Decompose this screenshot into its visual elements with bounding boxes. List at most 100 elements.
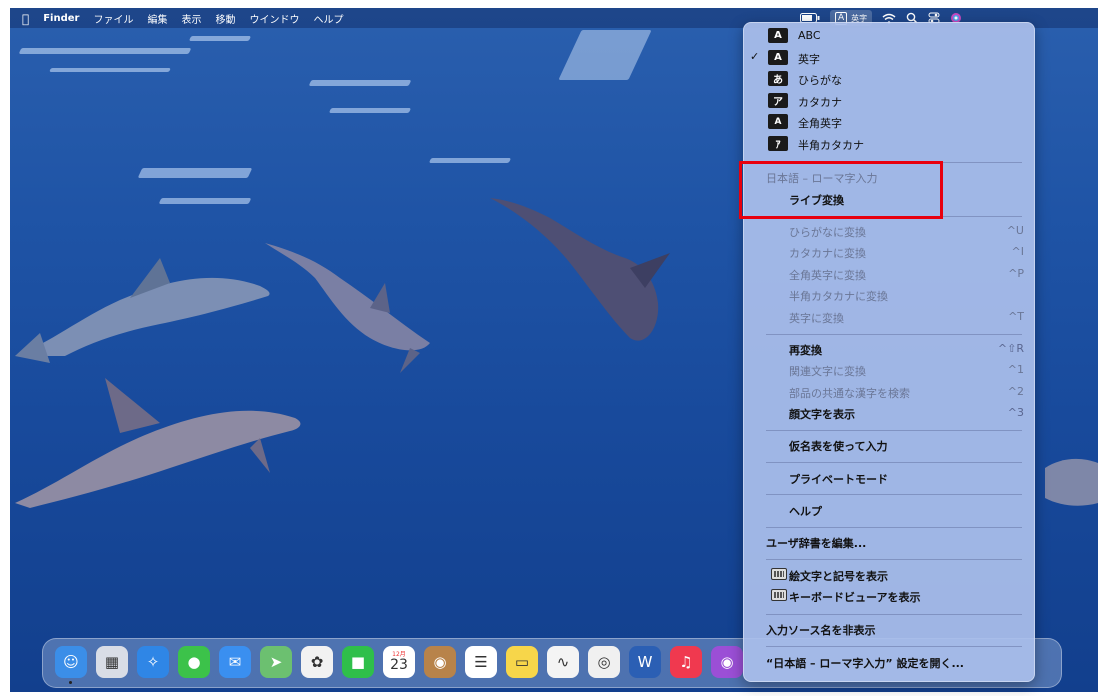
menu-separator — [766, 646, 1022, 647]
launchpad-icon[interactable]: ▦ — [96, 646, 128, 678]
checkmark-icon: ✓ — [750, 50, 760, 63]
menu-item-label: ひらがな — [798, 74, 842, 87]
menu-item-kaomoji[interactable]: 顔文字を表示 ^3 — [744, 402, 1036, 423]
freeform-icon[interactable]: ∿ — [547, 646, 579, 678]
menu-item-zenkaku-eiji[interactable]: A 全角英字 — [744, 111, 1036, 132]
menu-item-to-katakana[interactable]: カタカナに変換 ^I — [744, 241, 1036, 262]
finder-icon[interactable]: ☺ — [55, 646, 87, 678]
menu-item-katakana[interactable]: ア カタカナ — [744, 90, 1036, 111]
shortcut-label: ^2 — [1007, 385, 1024, 398]
word-icon[interactable]: W — [629, 646, 661, 678]
emoji-viewer-icon — [771, 568, 787, 580]
menu-item-kanji-search[interactable]: 部品の共通な漢字を検索 ^2 — [744, 381, 1036, 402]
keyboard-icon — [771, 589, 787, 601]
shortcut-label: ^3 — [1007, 406, 1024, 419]
music-icon[interactable]: ♫ — [670, 646, 702, 678]
water-reflection — [428, 158, 512, 163]
input-source-menu: A ABC ✓ A 英字 あ ひらがな ア カタカナ A 全角英字 ｱ 半角カタ… — [743, 22, 1035, 682]
water-reflection — [188, 36, 252, 41]
apple-menu-icon[interactable]:  — [22, 12, 29, 26]
menu-item-private-mode[interactable]: プライベートモード — [744, 467, 1036, 488]
dolphin-image — [265, 243, 430, 373]
menu-item-abc[interactable]: A ABC — [744, 25, 1036, 46]
menu-item-hide-source-name[interactable]: 入力ソース名を非表示 — [744, 618, 1036, 639]
menu-item-keyboard-viewer[interactable]: キーボードビューアを表示 — [744, 585, 1036, 606]
menu-item-to-eiji[interactable]: 英字に変換 ^T — [744, 306, 1036, 327]
shortcut-label: ^U — [1006, 224, 1024, 237]
menu-item-label: 英字に変換 — [789, 312, 844, 325]
menu-item-label: 入力ソース名を非表示 — [766, 624, 876, 637]
reminders-icon[interactable]: ☰ — [465, 646, 497, 678]
menu-item-label: プライベートモード — [789, 473, 888, 486]
menu-item-label: ヘルプ — [789, 505, 822, 518]
messages-icon[interactable]: ● — [178, 646, 210, 678]
menu-item-label: 英字 — [798, 53, 820, 66]
menu-file[interactable]: ファイル — [93, 11, 133, 26]
menu-separator — [766, 334, 1022, 335]
menu-item-label: “日本語 – ローマ字入力” 設定を開く... — [766, 657, 964, 670]
menu-item-label: ABC — [798, 29, 821, 42]
menu-item-label: 関連文字に変換 — [789, 365, 866, 378]
dolphin-image — [15, 378, 301, 508]
menu-item-label: 顔文字を表示 — [789, 408, 855, 421]
menu-item-label: 絵文字と記号を表示 — [789, 570, 888, 583]
podcasts-icon[interactable]: ◉ — [711, 646, 743, 678]
maps-icon[interactable]: ➤ — [260, 646, 292, 678]
water-reflection — [158, 198, 252, 204]
menu-item-to-zenkaku[interactable]: 全角英字に変換 ^P — [744, 263, 1036, 284]
menu-item-label: カタカナに変換 — [789, 247, 866, 260]
menu-separator — [766, 527, 1022, 528]
notes-icon[interactable]: ▭ — [506, 646, 538, 678]
menu-item-label: キーボードビューアを表示 — [789, 591, 921, 604]
chrome-icon[interactable]: ◎ — [588, 646, 620, 678]
hiragana-badge-icon: あ — [768, 71, 788, 86]
menu-go[interactable]: 移動 — [215, 11, 235, 26]
safari-icon[interactable]: ✧ — [137, 646, 169, 678]
dolphin-image — [490, 198, 670, 341]
menu-window[interactable]: ウインドウ — [249, 11, 299, 26]
menu-item-emoji[interactable]: 絵文字と記号を表示 — [744, 564, 1036, 585]
menu-item-label: 全角英字に変換 — [789, 269, 866, 282]
menu-item-to-hiragana[interactable]: ひらがなに変換 ^U — [744, 220, 1036, 241]
menu-view[interactable]: 表示 — [181, 11, 201, 26]
menu-help[interactable]: ヘルプ — [313, 11, 343, 26]
dolphin-image — [1045, 458, 1098, 506]
water-reflection — [328, 108, 412, 113]
hankaku-badge-icon: ｱ — [768, 136, 788, 151]
water-reflection — [137, 168, 253, 178]
menu-separator — [766, 559, 1022, 560]
dolphin-image — [15, 258, 270, 363]
menu-item-hankaku-katakana[interactable]: ｱ 半角カタカナ — [744, 133, 1036, 154]
menu-item-label: ユーザ辞書を編集... — [766, 537, 867, 550]
annotation-highlight-box — [739, 161, 943, 219]
menu-item-hiragana[interactable]: あ ひらがな — [744, 68, 1036, 89]
menu-edit[interactable]: 編集 — [147, 11, 167, 26]
photos-icon[interactable]: ✿ — [301, 646, 333, 678]
menu-item-help[interactable]: ヘルプ — [744, 499, 1036, 520]
menu-item-open-settings[interactable]: “日本語 – ローマ字入力” 設定を開く... — [744, 651, 1036, 672]
water-reflection — [558, 30, 652, 80]
menu-item-to-hankaku[interactable]: 半角カタカナに変換 — [744, 284, 1036, 305]
calendar-icon[interactable]: 12月 23 — [383, 646, 415, 678]
menu-item-label: 全角英字 — [798, 117, 842, 130]
menu-item-label: 再変換 — [789, 344, 822, 357]
menu-separator — [766, 462, 1022, 463]
shortcut-label: ^I — [1011, 245, 1024, 258]
menu-app-name[interactable]: Finder — [43, 13, 79, 24]
facetime-icon[interactable]: ■ — [342, 646, 374, 678]
zenkaku-badge-icon: A — [768, 114, 788, 129]
menu-item-reconvert[interactable]: 再変換 ^⇧R — [744, 338, 1036, 359]
water-reflection — [49, 68, 171, 72]
menu-item-kana-table[interactable]: 仮名表を使って入力 — [744, 434, 1036, 455]
running-indicator — [69, 681, 72, 684]
menu-item-label: 部品の共通な漢字を検索 — [789, 387, 910, 400]
shortcut-label: ^1 — [1007, 363, 1024, 376]
shortcut-label: ^T — [1008, 310, 1024, 323]
menu-item-eiji[interactable]: ✓ A 英字 — [744, 47, 1036, 68]
menu-item-edit-dictionary[interactable]: ユーザ辞書を編集... — [744, 531, 1036, 552]
menu-item-label: 半角カタカナに変換 — [789, 290, 888, 303]
menu-item-related-chars[interactable]: 関連文字に変換 ^1 — [744, 359, 1036, 380]
contacts-icon[interactable]: ◉ — [424, 646, 456, 678]
mail-icon[interactable]: ✉ — [219, 646, 251, 678]
calendar-day-label: 23 — [390, 657, 408, 673]
